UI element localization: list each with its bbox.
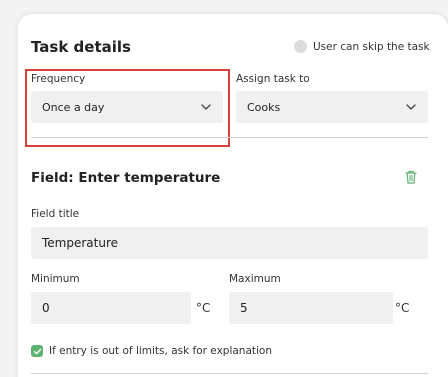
chevron-down-icon [406, 104, 416, 110]
explanation-checkbox-row[interactable]: If entry is out of limits, ask for expla… [31, 345, 272, 357]
maximum-label: Maximum [229, 273, 281, 285]
checkmark-icon [33, 348, 41, 354]
frequency-highlight-box [25, 69, 230, 147]
minimum-input[interactable]: 0 [31, 292, 191, 324]
minimum-label: Minimum [31, 273, 80, 285]
assign-task-select[interactable]: Cooks [236, 91, 428, 123]
assign-task-label: Assign task to [236, 73, 310, 85]
maximum-unit: °C [395, 301, 410, 315]
minimum-value: 0 [42, 301, 50, 315]
skip-task-toggle[interactable]: User can skip the task [294, 40, 430, 53]
field-title-label: Field title [31, 208, 80, 220]
explanation-checkbox-label: If entry is out of limits, ask for expla… [49, 345, 272, 357]
task-details-title: Task details [31, 38, 131, 56]
assign-task-value: Cooks [247, 100, 281, 114]
maximum-value: 5 [240, 301, 248, 315]
minimum-unit: °C [196, 301, 211, 315]
section-divider [31, 137, 428, 138]
trash-icon[interactable] [404, 169, 418, 185]
field-title-input[interactable]: Temperature [31, 227, 428, 259]
field-title-value: Temperature [42, 236, 119, 250]
bottom-divider [31, 373, 428, 374]
field-heading: Field: Enter temperature [31, 170, 221, 186]
toggle-indicator[interactable] [294, 40, 307, 53]
explanation-checkbox[interactable] [31, 345, 43, 357]
maximum-input[interactable]: 5 [229, 292, 393, 324]
skip-task-label: User can skip the task [313, 40, 430, 53]
